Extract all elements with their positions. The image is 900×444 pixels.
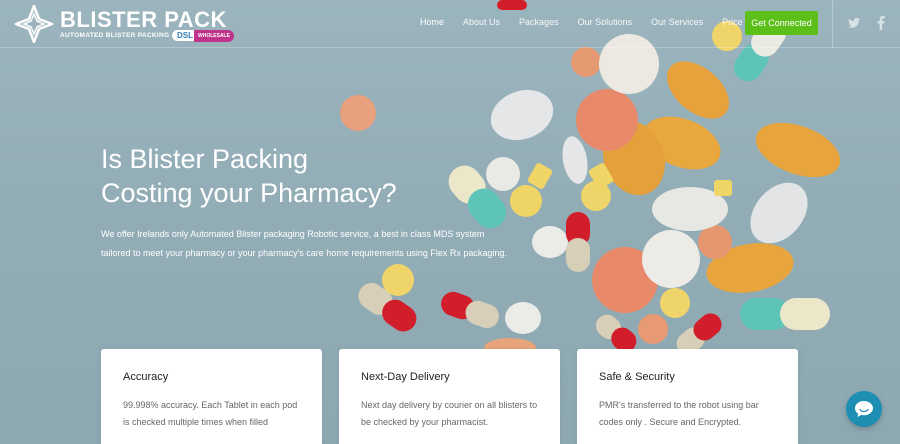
chat-widget-button[interactable] bbox=[846, 391, 882, 427]
nav-our-solutions[interactable]: Our Solutions bbox=[578, 17, 633, 27]
hero-title: Is Blister Packing Costing your Pharmacy… bbox=[101, 142, 481, 210]
header-divider bbox=[832, 0, 833, 48]
wholesale-badge: WHOLESALE bbox=[194, 30, 234, 42]
feature-card-text: Next day delivery by courier on all blis… bbox=[361, 400, 538, 427]
feature-card-text: PMR's transferred to the robot using bar… bbox=[599, 400, 759, 427]
site-logo[interactable]: BLISTER PACK AUTOMATED BLISTER PACKING D… bbox=[14, 4, 234, 44]
twitter-icon[interactable] bbox=[848, 17, 860, 29]
nav-about-us[interactable]: About Us bbox=[463, 17, 500, 27]
main-nav: Home About Us Packages Our Solutions Our… bbox=[420, 17, 775, 27]
site-header: BLISTER PACK AUTOMATED BLISTER PACKING D… bbox=[0, 0, 900, 48]
facebook-icon[interactable] bbox=[877, 16, 885, 30]
feature-card-title: Next-Day Delivery bbox=[361, 371, 450, 383]
feature-card-accuracy: Accuracy 99.998% accuracy. Each Tablet i… bbox=[101, 349, 322, 444]
hero-description: We offer Irelands only Automated Blister… bbox=[101, 229, 507, 258]
logo-subtitle: AUTOMATED BLISTER PACKING bbox=[60, 32, 170, 39]
nav-home[interactable]: Home bbox=[420, 17, 444, 27]
nav-our-services[interactable]: Our Services bbox=[651, 17, 703, 27]
hero-title-line-2: Costing your Pharmacy? bbox=[101, 178, 397, 208]
feature-card-security: Safe & Security PMR's transferred to the… bbox=[577, 349, 798, 444]
feature-card-title: Accuracy bbox=[123, 371, 169, 383]
chat-bubble-icon bbox=[855, 401, 873, 417]
feature-card-text: 99.998% accuracy. Each Tablet in each po… bbox=[123, 400, 298, 427]
feature-card-title: Safe & Security bbox=[599, 371, 675, 383]
hero-title-line-1: Is Blister Packing bbox=[101, 144, 309, 174]
star-logo-icon bbox=[14, 4, 54, 44]
nav-packages[interactable]: Packages bbox=[519, 17, 559, 27]
get-connected-button[interactable]: Get Connected bbox=[745, 11, 818, 35]
feature-card-delivery: Next-Day Delivery Next day delivery by c… bbox=[339, 349, 560, 444]
